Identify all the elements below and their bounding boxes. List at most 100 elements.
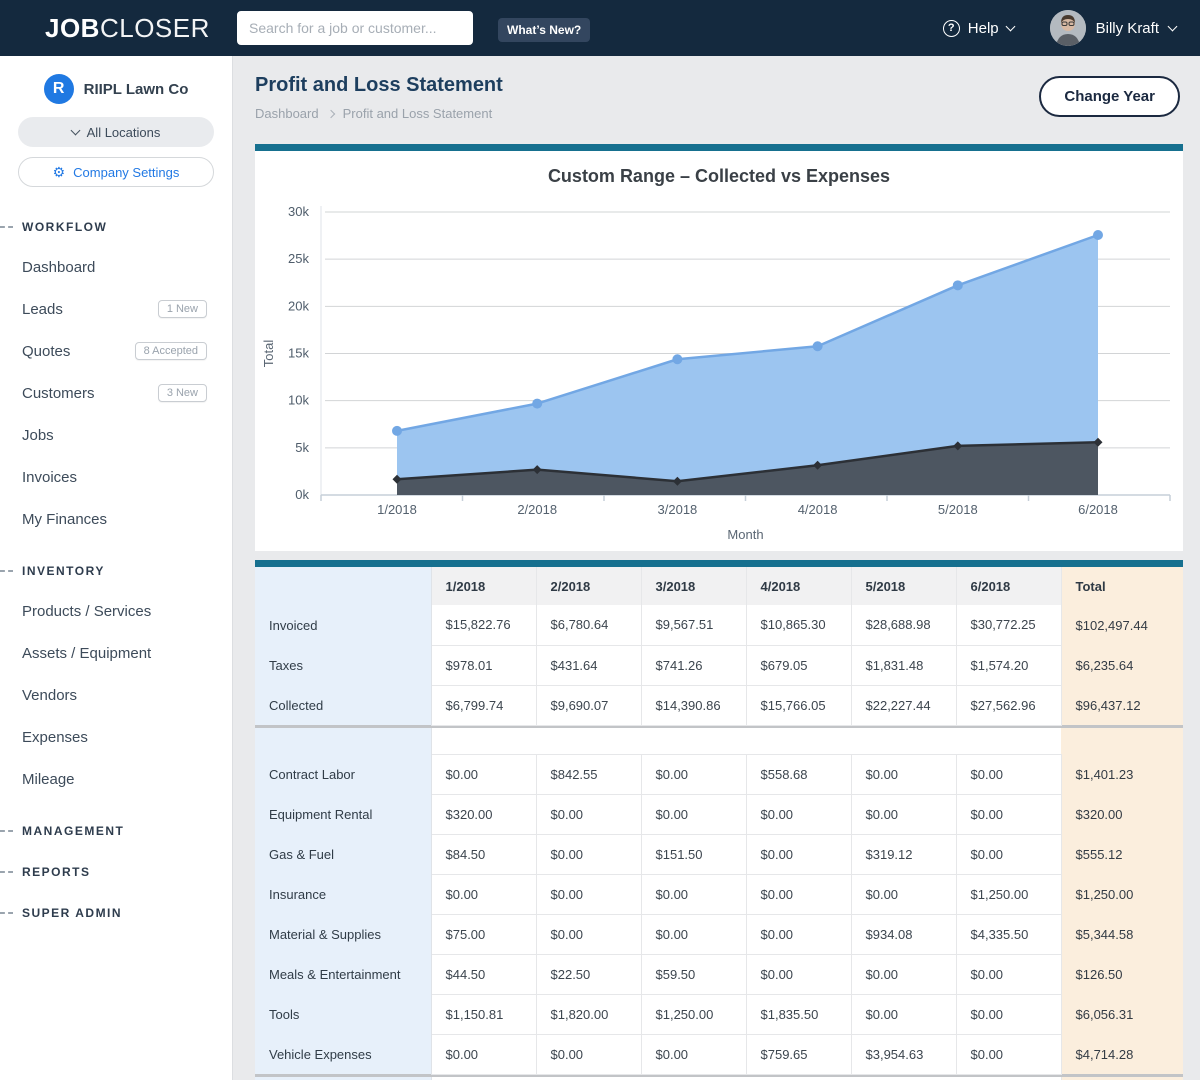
cell-value: $9,567.51 [641, 605, 746, 645]
company-settings-label: Company Settings [73, 165, 179, 180]
row-label: Collected [255, 685, 431, 725]
header-cell-blank [255, 567, 431, 605]
sidebar-item-expenses[interactable]: Expenses [0, 716, 232, 758]
user-menu[interactable]: Billy Kraft [1050, 10, 1176, 46]
help-label: Help [968, 20, 999, 37]
cell-value: $6,799.74 [431, 685, 536, 725]
row-total: $5,344.58 [1061, 914, 1183, 954]
company-header[interactable]: R RIIPL Lawn Co [0, 72, 232, 106]
sidebar-item-customers[interactable]: Customers3 New [0, 372, 232, 414]
cell-value: $842.55 [536, 754, 641, 794]
sidebar-item-products-services[interactable]: Products / Services [0, 590, 232, 632]
sidebar-item-label: Invoices [22, 469, 77, 486]
cell-value: $934.08 [851, 914, 956, 954]
cell-value: $0.00 [956, 834, 1061, 874]
sidebar-item-my-finances[interactable]: My Finances [0, 498, 232, 540]
cell-value: $0.00 [431, 1034, 536, 1074]
header-cell-2-2018: 2/2018 [536, 567, 641, 605]
search-input[interactable] [237, 11, 473, 45]
sidebar-item-leads[interactable]: Leads1 New [0, 288, 232, 330]
svg-text:15k: 15k [288, 346, 309, 361]
section-dash-icon [0, 912, 13, 914]
sidebar-item-mileage[interactable]: Mileage [0, 758, 232, 800]
help-icon: ? [943, 20, 960, 37]
whats-new-button[interactable]: What’s New? [498, 18, 590, 42]
chart-card: Custom Range – Collected vs Expenses 0k5… [255, 144, 1183, 551]
svg-text:3/2018: 3/2018 [658, 502, 698, 517]
cell-value: $0.00 [536, 914, 641, 954]
cell-value: $0.00 [536, 1034, 641, 1074]
all-locations-dropdown[interactable]: All Locations [18, 117, 214, 147]
row-total: $102,497.44 [1061, 605, 1183, 645]
sidebar-item-quotes[interactable]: Quotes8 Accepted [0, 330, 232, 372]
sidebar-section-super-admin[interactable]: SUPER ADMIN [0, 903, 232, 923]
status-badge: 8 Accepted [135, 342, 207, 360]
sidebar-item-vendors[interactable]: Vendors [0, 674, 232, 716]
cell-value: $431.64 [536, 645, 641, 685]
table-header-row: 1/20182/20183/20184/20185/20186/2018Tota… [255, 567, 1183, 605]
svg-text:0k: 0k [295, 487, 309, 502]
row-label: Tools [255, 994, 431, 1034]
avatar[interactable] [1050, 10, 1086, 46]
help-menu[interactable]: ? Help [943, 20, 1014, 37]
status-badge: 1 New [158, 300, 207, 318]
row-total: $6,235.64 [1061, 645, 1183, 685]
row-total: $555.12 [1061, 834, 1183, 874]
main-content: Profit and Loss Statement Dashboard Prof… [233, 56, 1200, 1080]
sidebar-section-inventory[interactable]: INVENTORY [0, 561, 232, 581]
cell-value: $14,390.86 [641, 685, 746, 725]
sidebar-item-label: Mileage [22, 771, 75, 788]
cell-value: $0.00 [536, 794, 641, 834]
row-total: $96,437.12 [1061, 685, 1183, 725]
cell-value: $0.00 [746, 914, 851, 954]
section-label: SUPER ADMIN [22, 906, 122, 920]
cell-value: $1,835.50 [746, 994, 851, 1034]
breadcrumb-dashboard[interactable]: Dashboard [255, 106, 319, 121]
table-row: Equipment Rental$320.00$0.00$0.00$0.00$0… [255, 794, 1183, 834]
change-year-button[interactable]: Change Year [1039, 76, 1180, 117]
cell-value: $6,780.64 [536, 605, 641, 645]
section-dash-icon [0, 226, 13, 228]
cell-value: $0.00 [641, 914, 746, 954]
table-row: Invoiced$15,822.76$6,780.64$9,567.51$10,… [255, 605, 1183, 645]
cell-value: $0.00 [536, 834, 641, 874]
sidebar-item-assets-equipment[interactable]: Assets / Equipment [0, 632, 232, 674]
sidebar-section-reports[interactable]: REPORTS [0, 862, 232, 882]
company-logo-icon: R [44, 74, 74, 104]
cell-value: $0.00 [431, 874, 536, 914]
app-logo[interactable]: JOBCLOSER [45, 13, 210, 44]
company-settings-button[interactable]: ⚙ Company Settings [18, 157, 214, 187]
sidebar-section-workflow[interactable]: WORKFLOW [0, 217, 232, 237]
cell-value: $0.00 [956, 1034, 1061, 1074]
header-cell-4-2018: 4/2018 [746, 567, 851, 605]
cell-value: $0.00 [956, 754, 1061, 794]
chevron-right-icon [326, 109, 334, 117]
cell-value: $1,820.00 [536, 994, 641, 1034]
sidebar-item-label: Customers [22, 385, 95, 402]
row-label: Meals & Entertainment [255, 954, 431, 994]
avatar-image [1050, 10, 1086, 46]
cell-value: $84.50 [431, 834, 536, 874]
row-total: $320.00 [1061, 794, 1183, 834]
user-name: Billy Kraft [1096, 20, 1159, 37]
breadcrumb-current: Profit and Loss Statement [343, 106, 493, 121]
table-spacer-row [255, 728, 1183, 754]
sidebar-item-dashboard[interactable]: Dashboard [0, 246, 232, 288]
cell-value: $3,954.63 [851, 1034, 956, 1074]
cell-value: $679.05 [746, 645, 851, 685]
sidebar-section-management[interactable]: MANAGEMENT [0, 821, 232, 841]
svg-text:1/2018: 1/2018 [377, 502, 417, 517]
cell-value: $59.50 [641, 954, 746, 994]
section-label: MANAGEMENT [22, 824, 124, 838]
sidebar-nav: WORKFLOW DashboardLeads1 NewQuotes8 Accep… [0, 217, 232, 923]
cell-value: $75.00 [431, 914, 536, 954]
sidebar-item-jobs[interactable]: Jobs [0, 414, 232, 456]
cell-value: $0.00 [956, 794, 1061, 834]
gear-icon: ⚙ [53, 165, 66, 179]
table-row: Material & Supplies$75.00$0.00$0.00$0.00… [255, 914, 1183, 954]
sidebar-item-invoices[interactable]: Invoices [0, 456, 232, 498]
cell-value: $1,250.00 [956, 874, 1061, 914]
row-label: Material & Supplies [255, 914, 431, 954]
sidebar-item-label: Expenses [22, 729, 88, 746]
cell-value: $0.00 [851, 794, 956, 834]
